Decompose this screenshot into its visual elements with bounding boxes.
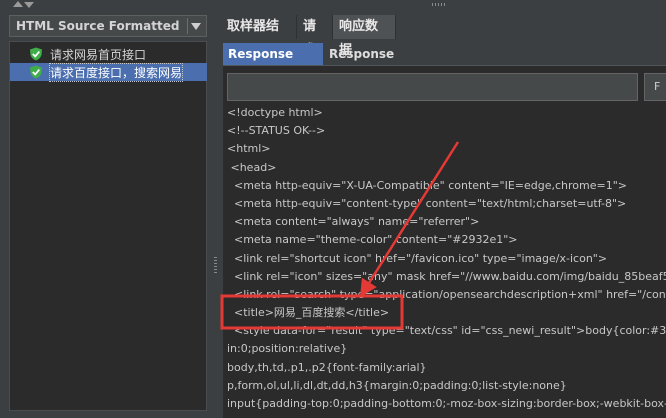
collapse-up-icon[interactable] [13, 1, 23, 7]
result-detail-panel: 取样器结果 请求 响应数据 Response Body Response hea… [221, 9, 666, 418]
collapse-down-icon[interactable] [24, 2, 34, 8]
renderer-select[interactable]: HTML Source Formatted [9, 15, 207, 37]
code-line: <html> [227, 142, 271, 156]
tab-response-data[interactable]: 响应数据 [333, 15, 396, 58]
code-line: <!doctype html> [227, 106, 323, 119]
code-line: <meta name="theme-color" content="#2932e… [227, 233, 518, 247]
panel-splitter[interactable] [212, 9, 221, 417]
code-line: <link rel="search" type="application/ope… [227, 287, 666, 301]
code-line: <style data-for="result" type="text/css"… [227, 324, 666, 338]
results-tree-panel: HTML Source Formatted 请求网易首页接口 请求百度接口，搜索… [0, 9, 212, 417]
shield-check-icon [30, 47, 42, 61]
chevron-down-icon[interactable] [191, 23, 201, 30]
tab-response-headers[interactable]: Response headers [324, 43, 442, 83]
code-line: <meta content="always" name="referrer"> [227, 215, 480, 229]
code-line: <meta http-equiv="X-UA-Compatible" conte… [227, 178, 628, 192]
tree-item-label: 请求网易首页接口 [50, 48, 147, 62]
response-body-panel: F <!doctype html> <!--STATUS OK--> <html… [223, 65, 666, 418]
code-line: <link rel="shortcut icon" href="/favicon… [227, 251, 608, 265]
search-input[interactable] [227, 73, 638, 101]
drag-grip-icon[interactable] [432, 3, 446, 6]
select-divider [187, 18, 188, 34]
sampler-results-tree: 请求网易首页接口 请求百度接口，搜索网易 [9, 41, 207, 411]
code-line: <title>网易_百度搜索</title> [227, 306, 390, 320]
find-button[interactable]: F [644, 73, 666, 101]
tree-item-netease-home[interactable]: 请求网易首页接口 [10, 45, 207, 63]
tree-item-label: 请求百度接口，搜索网易 [48, 63, 184, 82]
code-line: input{padding-top:0;padding-bottom:0;-mo… [227, 397, 666, 410]
code-line: <meta http-equiv="content-type" content=… [227, 196, 627, 210]
tab-request[interactable]: 请求 [297, 15, 333, 58]
renderer-select-value: HTML Source Formatted [16, 19, 180, 33]
tab-sampler-result[interactable]: 取样器结果 [221, 15, 297, 58]
tree-item-baidu-search[interactable]: 请求百度接口，搜索网易 [10, 63, 207, 82]
splitter-grip-icon[interactable] [214, 257, 217, 275]
response-body-text[interactable]: <!doctype html> <!--STATUS OK--> <html> … [227, 104, 666, 414]
code-line: p,form,ol,ul,li,dl,dt,dd,h3{margin:0;pad… [227, 378, 567, 392]
code-line: body,th,td,.p1,.p2{font-family:arial} [227, 360, 427, 374]
code-line: <head> [227, 160, 277, 174]
code-line: <!--STATUS OK--> [227, 124, 326, 138]
shield-check-icon [30, 65, 42, 79]
tab-response-body[interactable]: Response Body [223, 43, 323, 83]
top-collapse-strip [0, 0, 666, 9]
code-line: in:0;position:relative} [227, 342, 348, 356]
code-line: <link rel="icon" sizes="any" mask href="… [227, 269, 666, 283]
